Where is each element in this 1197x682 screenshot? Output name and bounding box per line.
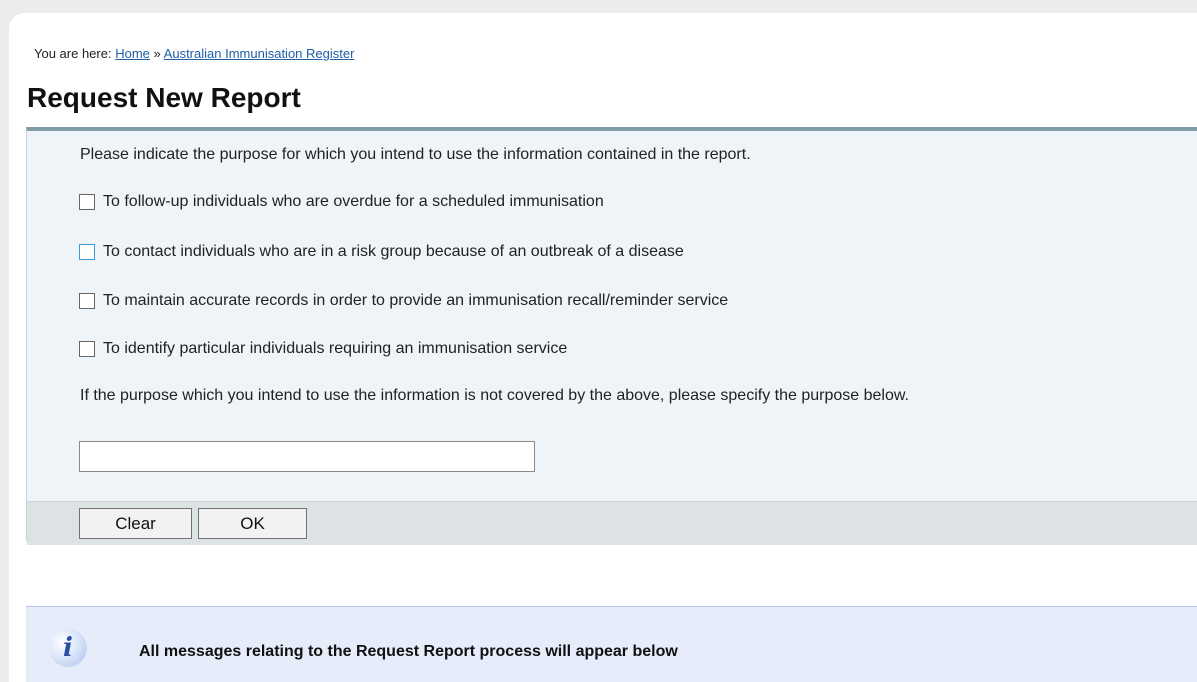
other-purpose-input[interactable] (79, 441, 535, 472)
page-title: Request New Report (27, 82, 301, 113)
option-overdue-followup-label: To follow-up individuals who are overdue… (103, 193, 604, 210)
checkbox-recall-reminder[interactable] (79, 293, 95, 309)
breadcrumb-separator: » (153, 46, 161, 61)
page: You are here: Home » Australian Immunisa… (9, 13, 1197, 682)
option-recall-reminder-label: To maintain accurate records in order to… (103, 292, 729, 309)
option-identify-individuals-label: To identify particular individuals requi… (103, 340, 568, 357)
option-recall-reminder[interactable]: To maintain accurate records in order to… (79, 292, 728, 310)
clear-button[interactable]: Clear (79, 508, 192, 539)
breadcrumb-current-link[interactable]: Australian Immunisation Register (164, 46, 355, 61)
checkbox-overdue-followup[interactable] (79, 194, 95, 210)
option-identify-individuals[interactable]: To identify particular individuals requi… (79, 340, 567, 358)
purpose-form-panel: Please indicate the purpose for which yo… (26, 127, 1197, 545)
breadcrumb-home-link[interactable]: Home (115, 46, 150, 61)
info-icon: i (49, 629, 87, 667)
breadcrumb: You are here: Home » Australian Immunisa… (34, 46, 354, 61)
option-outbreak-contact[interactable]: To contact individuals who are in a risk… (79, 243, 684, 261)
message-box: i All messages relating to the Request R… (26, 606, 1197, 682)
checkbox-outbreak-contact[interactable] (79, 244, 95, 260)
button-bar: Clear OK (27, 501, 1197, 545)
other-purpose-label: If the purpose which you intend to use t… (80, 387, 909, 404)
form-intro: Please indicate the purpose for which yo… (80, 146, 751, 163)
breadcrumb-prefix: You are here: (34, 46, 112, 61)
option-outbreak-contact-label: To contact individuals who are in a risk… (103, 243, 684, 260)
option-overdue-followup[interactable]: To follow-up individuals who are overdue… (79, 193, 604, 211)
message-text: All messages relating to the Request Rep… (139, 643, 678, 660)
ok-button[interactable]: OK (198, 508, 307, 539)
checkbox-identify-individuals[interactable] (79, 341, 95, 357)
